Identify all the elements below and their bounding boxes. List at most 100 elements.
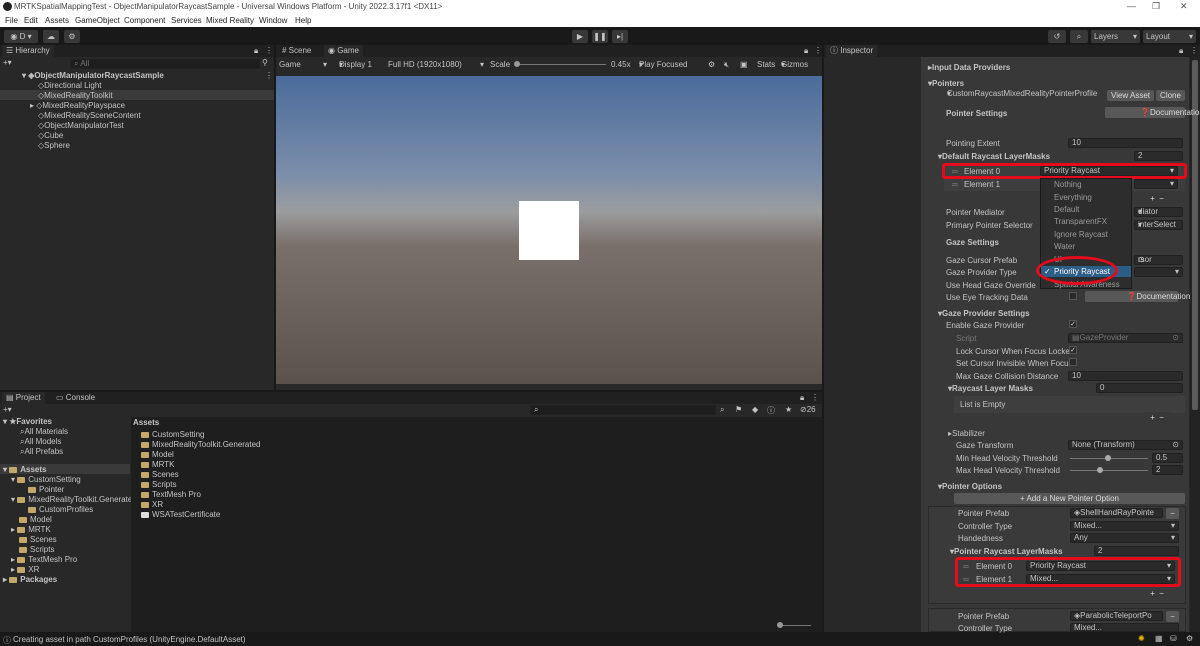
menu-gameobject[interactable]: GameObject xyxy=(75,16,120,25)
element1-dropdown[interactable]: ▾ xyxy=(1134,179,1178,189)
remove-pointer-button-2[interactable]: − xyxy=(1166,611,1179,622)
more-icon[interactable]: ⋮ xyxy=(814,46,822,55)
lock-icon[interactable]: 🔒︎ xyxy=(254,46,258,56)
menu-services[interactable]: Services xyxy=(171,16,202,25)
tab-inspector[interactable]: ⓘ Inspector xyxy=(826,45,878,57)
tree-folder[interactable]: CustomProfiles xyxy=(28,505,93,514)
tree-folder[interactable]: ▾ CustomSetting xyxy=(11,475,81,484)
fav-item[interactable]: ⌕ All Prefabs xyxy=(20,447,63,457)
tree-folder[interactable]: ▸ TextMesh Pro xyxy=(11,555,77,564)
tree-folder[interactable]: ▸ XR xyxy=(11,565,39,574)
max-head-velocity-input[interactable]: 2 xyxy=(1152,465,1183,475)
enable-gaze-checkbox[interactable]: ✓ xyxy=(1069,320,1077,328)
menu-edit[interactable]: Edit xyxy=(24,16,38,25)
documentation-button[interactable]: ❓ Documentation xyxy=(1105,107,1200,118)
account-button[interactable]: ◉ D ▾ xyxy=(4,30,38,43)
display-dropdown[interactable]: Display 1 ▾ xyxy=(339,60,372,69)
eye-documentation-button[interactable]: ❓ Documentation xyxy=(1085,291,1190,302)
controller-type-dropdown-2[interactable]: Mixed... xyxy=(1070,623,1179,632)
pointer-masks-count[interactable]: 2 xyxy=(1094,546,1179,556)
filter-icon[interactable]: ⚲ xyxy=(262,58,268,67)
min-head-velocity-input[interactable]: 0.5 xyxy=(1152,453,1183,463)
lock-cursor-checkbox[interactable]: ✓ xyxy=(1069,346,1077,354)
scene-root[interactable]: ▾ ◈ ObjectManipulatorRaycastSample xyxy=(22,71,164,80)
file-item[interactable]: MRTK xyxy=(141,460,175,469)
hierarchy-item[interactable]: ◇ MixedRealitySceneContent xyxy=(38,111,141,120)
play-button[interactable]: ▶ xyxy=(572,30,588,43)
menu-help[interactable]: Help xyxy=(295,16,311,25)
menu-assets[interactable]: Assets xyxy=(45,16,69,25)
tab-scene[interactable]: # Scene xyxy=(278,45,315,57)
minimize-icon[interactable]: — xyxy=(1127,1,1136,11)
drag-handle-icon[interactable]: ═ xyxy=(952,180,958,189)
favorites-header[interactable]: ▾ ★ Favorites xyxy=(3,417,52,426)
menu-component[interactable]: Component xyxy=(124,16,165,25)
layer-option[interactable]: TransparentFX xyxy=(1054,217,1107,226)
cloud-icon[interactable]: ☁ xyxy=(43,30,59,43)
lock-icon[interactable]: 🔒︎ xyxy=(800,393,804,403)
clone-button[interactable]: Clone xyxy=(1156,90,1185,101)
default-masks-add-remove[interactable]: + − xyxy=(1142,193,1172,204)
menu-window[interactable]: Window xyxy=(259,16,287,25)
file-item[interactable]: TextMesh Pro xyxy=(141,490,201,499)
file-item[interactable]: Model xyxy=(141,450,174,459)
add-pointer-option-button[interactable]: + Add a New Pointer Option xyxy=(954,493,1185,504)
project-search-input[interactable]: ⌕ xyxy=(530,405,716,415)
raycast-layer-masks-count[interactable]: 0 xyxy=(1096,383,1183,393)
layout-dropdown[interactable]: Layout ▾ xyxy=(1143,30,1196,43)
handedness-dropdown[interactable]: Any ▾ xyxy=(1070,533,1179,543)
tree-folder[interactable]: ▾ MixedRealityToolkit.Generated xyxy=(11,495,137,504)
maximize-icon[interactable]: ❐ xyxy=(1152,1,1160,12)
menu-mixed-reality[interactable]: Mixed Reality xyxy=(206,16,254,25)
stabilizer-header[interactable]: ▸ Stabilizer xyxy=(948,429,985,438)
hierarchy-item[interactable]: ◇ Cube xyxy=(38,131,63,140)
status-message[interactable]: Creating asset in path CustomProfiles (U… xyxy=(13,635,246,644)
tab-console[interactable]: ▭ Console xyxy=(52,392,99,404)
packages-root[interactable]: ▸ Packages xyxy=(3,575,57,584)
raycast-masks-add-remove[interactable]: + − xyxy=(1142,412,1172,423)
layer-option[interactable]: Nothing xyxy=(1054,180,1082,189)
tree-folder[interactable]: Pointer xyxy=(28,485,64,494)
info-icon[interactable]: ⓘ xyxy=(767,405,775,416)
hierarchy-item[interactable]: ◇ Directional Light xyxy=(38,81,102,90)
hierarchy-search-input[interactable]: ⌕ All xyxy=(70,59,260,69)
hidden-count-badge[interactable]: ⊘26 xyxy=(800,405,816,414)
layer-option[interactable]: Everything xyxy=(1054,193,1092,202)
gizmo-visibility-icon[interactable]: ▣ xyxy=(740,60,748,69)
tree-folder[interactable]: ▸ MRTK xyxy=(11,525,51,534)
gaze-cursor-field[interactable]: rsor ⊙ xyxy=(1134,255,1183,265)
layer-option[interactable]: Default xyxy=(1054,205,1079,214)
frame-debugger-icon[interactable]: ⚙ xyxy=(708,60,715,69)
collab-icon[interactable]: ⚙ xyxy=(64,30,80,43)
cursor-invisible-checkbox[interactable] xyxy=(1069,358,1077,366)
pointer-masks-add-remove[interactable]: + − xyxy=(1142,588,1172,599)
default-masks-count[interactable]: 2 xyxy=(1134,151,1183,161)
fav-item[interactable]: ⌕ All Materials xyxy=(20,427,68,437)
pointer-prefab-field[interactable]: ◈ ShellHandRayPointe xyxy=(1070,508,1163,518)
more-icon[interactable]: ⋮ xyxy=(1190,46,1198,55)
pointer-options-header[interactable]: ▾ Pointer Options xyxy=(938,482,1002,491)
tree-folder[interactable]: Scripts xyxy=(19,545,54,554)
fav-item[interactable]: ⌕ All Models xyxy=(20,437,61,447)
controller-type-dropdown[interactable]: Mixed... ▾ xyxy=(1070,521,1179,531)
add-icon[interactable]: +▾ xyxy=(3,58,17,67)
tab-game[interactable]: ◉ Game xyxy=(324,45,363,57)
mute-icon[interactable]: 🔇︎ xyxy=(724,60,729,70)
search-icon[interactable]: ⌕ xyxy=(1070,30,1088,43)
pointer-prefab-field-2[interactable]: ◈ ParabolicTeleportPo xyxy=(1070,611,1163,621)
menu-file[interactable]: File xyxy=(5,16,18,25)
hierarchy-item[interactable]: ◇ MixedRealityToolkit xyxy=(38,91,113,100)
icon-size-slider[interactable] xyxy=(779,625,811,626)
file-item[interactable]: Scenes xyxy=(141,470,179,479)
max-head-velocity-slider[interactable] xyxy=(1070,470,1148,471)
tab-project[interactable]: ▤ Project xyxy=(2,392,45,404)
breadcrumb[interactable]: Assets xyxy=(133,418,159,427)
tag-icon[interactable]: ◆ xyxy=(752,405,758,414)
cache-icon[interactable]: ▦ xyxy=(1155,634,1163,643)
favorite-icon[interactable]: ★ xyxy=(785,405,792,414)
search-by-label-icon[interactable]: ⚑ xyxy=(735,405,742,414)
pointer-mediator-field[interactable]: diator ▾ xyxy=(1134,207,1183,217)
debug-icon[interactable]: ⚙ xyxy=(1186,634,1193,643)
layers-dropdown[interactable]: Layers ▾ xyxy=(1091,30,1140,43)
profile-dropdown[interactable]: CustomRaycastMixedRealityPointerProfile … xyxy=(944,90,1102,100)
